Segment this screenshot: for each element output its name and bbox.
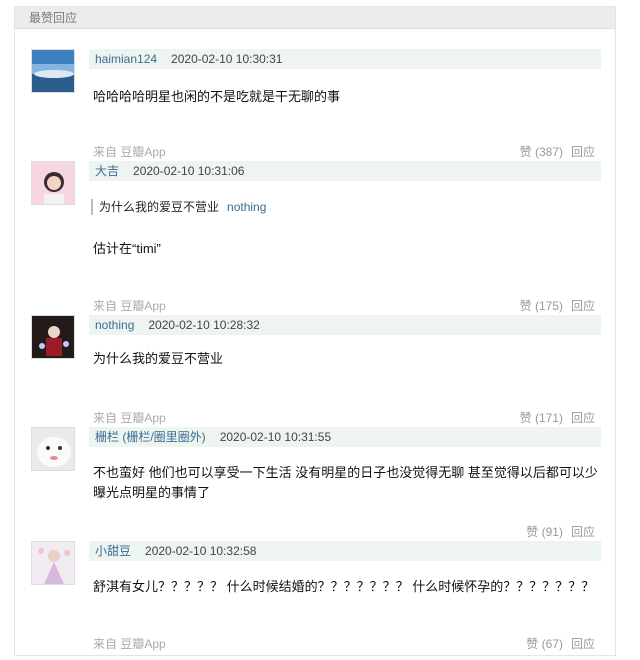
reply-button[interactable]: 回应: [571, 299, 595, 313]
girl-pink-avatar-icon: [32, 162, 74, 204]
avatar[interactable]: [31, 49, 75, 93]
author-link[interactable]: haimian124: [95, 52, 157, 66]
avatar[interactable]: [31, 541, 75, 585]
quote-user-link[interactable]: nothing: [227, 200, 266, 214]
timestamp: 2020-02-10 10:31:06: [133, 164, 245, 178]
comment-footer: 赞 (91) 回应: [93, 523, 599, 539]
comment-meta: 大吉 2020-02-10 10:31:06: [89, 161, 601, 181]
comment-source: 来自 豆瓣App: [93, 411, 166, 425]
reply-button[interactable]: 回应: [571, 637, 595, 651]
comment-text: 为什么我的爱豆不营业: [93, 351, 224, 366]
comment-text: 舒淇有女儿？？？？？ 什么时候结婚的？？？？？？？ 什么时候怀孕的？？？？？？？: [93, 579, 595, 594]
dark-figure-avatar-icon: [32, 316, 74, 358]
like-button[interactable]: 赞 (171): [520, 411, 563, 425]
timestamp: 2020-02-10 10:31:55: [219, 430, 332, 444]
comment-footer: 来自 豆瓣App 赞 (171) 回应: [93, 409, 599, 425]
reply-button[interactable]: 回应: [571, 411, 595, 425]
author-link[interactable]: nothing: [95, 318, 134, 332]
section-header: 最赞回应: [15, 7, 615, 29]
comment-source: 来自 豆瓣App: [93, 299, 166, 313]
comment-meta: nothing 2020-02-10 10:28:32: [89, 315, 601, 335]
quoted-reply: 为什么我的爱豆不营业 nothing: [91, 199, 266, 215]
like-button[interactable]: 赞 (91): [526, 525, 563, 539]
quote-text: 为什么我的爱豆不营业: [99, 200, 220, 214]
comment-meta: haimian124 2020-02-10 10:30:31: [89, 49, 601, 69]
timestamp: 2020-02-10 10:28:32: [148, 318, 260, 332]
comment-text: 哈哈哈哈明星也闲的不是吃就是干无聊的事: [93, 89, 341, 104]
comment-source: 来自 豆瓣App: [93, 637, 166, 651]
doll-dress-avatar-icon: [32, 542, 74, 584]
like-button[interactable]: 赞 (67): [526, 637, 563, 651]
comments-panel: 最赞回应 haimian124 2020-02-10 10:30:31 哈哈哈哈明…: [14, 6, 616, 656]
author-link[interactable]: 栅栏: [95, 430, 119, 444]
author-link[interactable]: 小甜豆: [95, 544, 131, 558]
author-link[interactable]: 大吉: [95, 164, 119, 178]
timestamp: 2020-02-10 10:32:58: [145, 544, 257, 558]
timestamp: 2020-02-10 10:30:31: [171, 52, 283, 66]
comment-meta: 栅栏 (栅栏/圈里圈外) 2020-02-10 10:31:55: [89, 427, 601, 447]
like-button[interactable]: 赞 (175): [520, 299, 563, 313]
reply-button[interactable]: 回应: [571, 525, 595, 539]
like-button[interactable]: 赞 (387): [520, 145, 563, 159]
reply-button[interactable]: 回应: [571, 145, 595, 159]
comment-text: 估计在“timi”: [93, 241, 161, 256]
avatar[interactable]: [31, 161, 75, 205]
author-alias: (栅栏/圈里圈外): [119, 430, 206, 444]
comment-footer: 来自 豆瓣App 赞 (387) 回应: [93, 143, 599, 159]
sky-sea-avatar-icon: [32, 50, 74, 92]
avatar[interactable]: [31, 427, 75, 471]
comment-text: 不也蛮好 他们也可以享受一下生活 没有明星的日子也没觉得无聊 甚至觉得以后都可以…: [93, 465, 598, 500]
comment-source: 来自 豆瓣App: [93, 145, 166, 159]
comment-footer: 来自 豆瓣App 赞 (175) 回应: [93, 297, 599, 313]
avatar[interactable]: [31, 315, 75, 359]
white-fluffy-avatar-icon: [32, 428, 74, 470]
comment-meta: 小甜豆 2020-02-10 10:32:58: [89, 541, 601, 561]
comment-footer: 来自 豆瓣App 赞 (67) 回应: [93, 635, 599, 651]
